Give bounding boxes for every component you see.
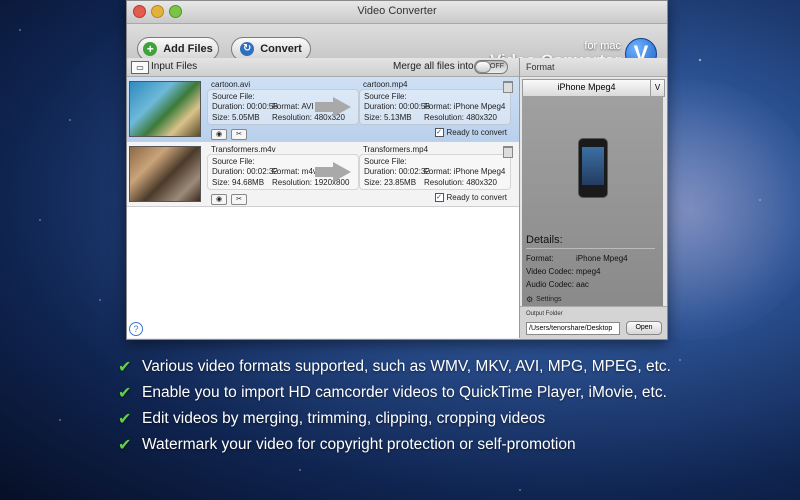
convert-arrow-icon	[315, 102, 333, 112]
eye-icon[interactable]: ◉	[211, 194, 227, 205]
trim-icon[interactable]: ✂	[231, 194, 247, 205]
output-resolution: Resolution: 480x320	[424, 113, 497, 122]
output-duration: Duration: 00:02:32	[364, 167, 430, 176]
input-files-label: Input Files	[151, 61, 198, 72]
check-icon: ✔	[118, 359, 132, 376]
output-resolution: Resolution: 480x320	[424, 178, 497, 187]
video-thumbnail	[129, 81, 201, 137]
checkbox-checked-icon: ✓	[434, 193, 444, 202]
output-label: Source File:	[364, 157, 407, 166]
ready-label: Ready to convert	[446, 193, 507, 202]
gear-icon: ⚙	[526, 295, 534, 304]
output-file-name: cartoon.mp4	[363, 80, 408, 89]
trim-icon[interactable]: ✂	[231, 129, 247, 140]
file-list-pane: ▭ Input Files Merge all files into one: …	[127, 58, 520, 338]
list-item[interactable]: Transformers.m4v Transformers.mp4 Source…	[127, 142, 519, 207]
arrow-head	[333, 162, 351, 182]
detail-format: Format: iPhone Mpeg4	[526, 254, 628, 263]
output-info: Source File: Duration: 00:02:32 Format: …	[359, 154, 511, 190]
ready-checkbox[interactable]: ✓ Ready to convert	[434, 128, 507, 137]
feature-item: ✔ Edit videos by merging, trimming, clip…	[118, 406, 671, 432]
iphone-icon	[578, 138, 608, 198]
settings-button[interactable]: ⚙ Settings	[526, 295, 561, 304]
source-file-name: Transformers.m4v	[211, 145, 276, 154]
output-duration: Duration: 00:00:58	[364, 102, 430, 111]
source-size: Size: 94.68MB	[212, 178, 265, 187]
source-label: Source File:	[212, 157, 255, 166]
feature-list: ✔ Various video formats supported, such …	[118, 354, 671, 458]
open-button[interactable]: Open	[626, 321, 662, 335]
divider	[526, 248, 655, 249]
feature-text: Watermark your video for copyright prote…	[142, 436, 576, 453]
help-icon[interactable]: ?	[129, 322, 143, 336]
feature-text: Various video formats supported, such as…	[142, 358, 671, 375]
trash-icon[interactable]	[503, 81, 513, 93]
source-duration: Duration: 00:00:58	[212, 102, 278, 111]
feature-item: ✔ Enable you to import HD camcorder vide…	[118, 380, 671, 406]
detail-format-value: iPhone Mpeg4	[576, 254, 628, 263]
source-label: Source File:	[212, 92, 255, 101]
detail-audio-codec: Audio Codec: aac	[526, 280, 589, 289]
toggle-knob	[475, 61, 491, 73]
details-title: Details:	[526, 234, 563, 246]
checkbox-checked-icon: ✓	[434, 128, 444, 137]
detail-video-codec-value: mpeg4	[576, 267, 601, 276]
feature-item: ✔ Various video formats supported, such …	[118, 354, 671, 380]
eye-icon[interactable]: ◉	[211, 129, 227, 140]
detail-format-label: Format:	[526, 254, 554, 263]
source-duration: Duration: 00:02:32	[212, 167, 278, 176]
ready-checkbox[interactable]: ✓ Ready to convert	[434, 193, 507, 202]
convert-label: Convert	[260, 43, 302, 55]
output-size: Size: 23.85MB	[364, 178, 417, 187]
video-thumbnail	[129, 146, 201, 202]
check-icon: ✔	[118, 411, 132, 428]
list-item[interactable]: cartoon.avi cartoon.mp4 Source File: Dur…	[127, 77, 519, 142]
format-header: Format	[520, 58, 667, 77]
add-icon: +	[143, 42, 158, 56]
output-folder-label: Output Folder	[526, 311, 563, 317]
convert-arrow-icon	[315, 167, 333, 177]
arrow-head	[333, 97, 351, 117]
output-format: Format: iPhone Mpeg4	[424, 167, 506, 176]
format-panel: Format iPhone Mpeg4 V Details: Format: i…	[520, 58, 667, 339]
device-preview: Details: Format: iPhone Mpeg4 Video Code…	[522, 96, 663, 306]
detail-video-codec-label: Video Codec:	[526, 267, 574, 276]
output-file-name: Transformers.mp4	[363, 145, 429, 154]
source-size: Size: 5.05MB	[212, 113, 260, 122]
feature-text: Edit videos by merging, trimming, clippi…	[142, 410, 546, 427]
film-icon: ▭	[131, 61, 149, 74]
window-title: Video Converter	[357, 5, 437, 17]
trash-icon[interactable]	[503, 146, 513, 158]
settings-label: Settings	[536, 296, 562, 303]
output-folder-area: Output Folder /Users/tenorshare/Desktop …	[520, 306, 667, 339]
chevron-down-icon[interactable]: V	[650, 80, 664, 96]
convert-icon: ↻	[240, 42, 255, 56]
merge-toggle[interactable]: OFF	[474, 60, 508, 74]
feature-item: ✔ Watermark your video for copyright pro…	[118, 432, 671, 458]
detail-audio-codec-label: Audio Codec:	[526, 280, 575, 289]
source-file-name: cartoon.avi	[211, 80, 251, 89]
toggle-state: OFF	[490, 63, 504, 70]
format-select[interactable]: iPhone Mpeg4 V	[522, 79, 665, 97]
feature-text: Enable you to import HD camcorder videos…	[142, 384, 667, 401]
list-header: ▭ Input Files Merge all files into one: …	[127, 58, 519, 77]
app-window: Video Converter + Add Files ↻ Convert fo…	[126, 0, 668, 340]
source-format: Format: m4v	[272, 167, 317, 176]
check-icon: ✔	[118, 437, 132, 454]
format-selected: iPhone Mpeg4	[557, 82, 616, 92]
detail-video-codec: Video Codec: mpeg4	[526, 267, 600, 276]
check-icon: ✔	[118, 385, 132, 402]
add-files-label: Add Files	[163, 43, 213, 55]
title-bar: Video Converter	[127, 1, 667, 24]
output-info: Source File: Duration: 00:00:58 Format: …	[359, 89, 511, 125]
output-size: Size: 5.13MB	[364, 113, 412, 122]
output-label: Source File:	[364, 92, 407, 101]
output-format: Format: iPhone Mpeg4	[424, 102, 506, 111]
ready-label: Ready to convert	[446, 128, 507, 137]
output-path-field[interactable]: /Users/tenorshare/Desktop	[526, 322, 620, 335]
source-format: Format: AVI	[272, 102, 314, 111]
detail-audio-codec-value: aac	[576, 280, 589, 289]
